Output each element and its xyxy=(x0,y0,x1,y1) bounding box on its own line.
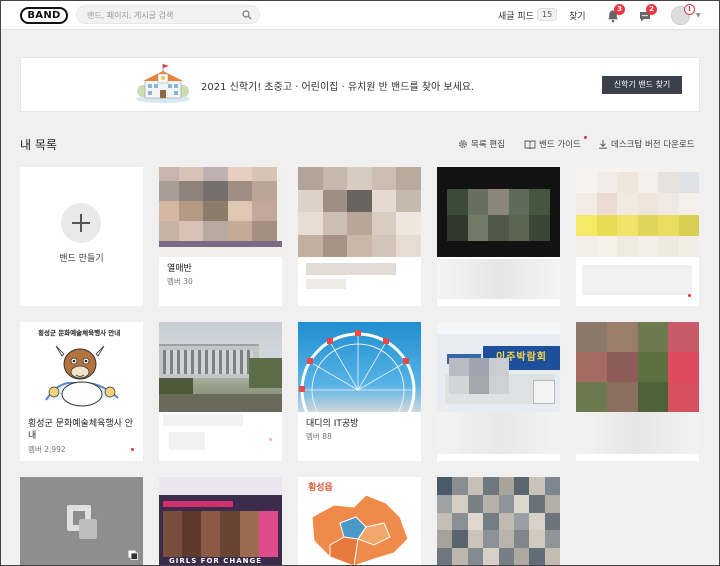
band-name: 열매반 xyxy=(167,264,192,274)
poster-title: 횡성군 문화예술체육행사 안내 xyxy=(38,329,121,337)
desktop-download-button[interactable]: 데스크탑 버전 다운로드 xyxy=(598,138,695,150)
download-icon xyxy=(599,140,607,149)
band-cover-image xyxy=(298,167,421,257)
band-card[interactable] xyxy=(20,477,143,566)
band-card[interactable] xyxy=(576,167,699,306)
band-card[interactable] xyxy=(298,167,421,306)
top-bar: BAND 새글 피드 15 찾기 3 2 ! ▼ xyxy=(0,0,720,30)
plus-icon xyxy=(61,203,101,243)
gear-icon xyxy=(459,140,467,148)
banner-text: 2021 신학기! 초중고 · 어린이집 · 유치원 반 밴드를 찾아 보세요. xyxy=(201,82,475,93)
create-band-card[interactable]: 밴드 만들기 xyxy=(20,167,143,306)
create-band-label: 밴드 만들기 xyxy=(59,254,104,264)
find-link[interactable]: 찾기 xyxy=(569,9,586,22)
band-card[interactable] xyxy=(576,322,699,461)
band-card[interactable] xyxy=(159,322,282,461)
search-box[interactable] xyxy=(76,5,260,24)
chat-badge: 2 xyxy=(646,4,657,15)
band-card[interactable] xyxy=(437,167,560,306)
desktop-download-label: 데스크탑 버전 다운로드 xyxy=(611,140,695,150)
band-guide-button[interactable]: 밴드 가이드 xyxy=(524,138,581,150)
chat-button[interactable]: 2 xyxy=(638,4,657,22)
gallery-icon xyxy=(128,550,138,560)
band-card[interactable] xyxy=(437,477,560,566)
band-cover-image xyxy=(159,322,282,412)
cow-mascot-illustration xyxy=(45,345,119,407)
band-cover-image xyxy=(159,167,282,257)
new-post-dot xyxy=(269,438,272,441)
chevron-down-icon[interactable]: ▼ xyxy=(696,12,701,19)
band-members: 멤버 30 xyxy=(167,277,193,286)
edit-list-button[interactable]: 목록 편집 xyxy=(458,138,505,150)
profile-alert-badge: ! xyxy=(684,4,695,15)
search-input[interactable] xyxy=(87,8,237,22)
band-card[interactable]: 횡성읍 xyxy=(298,477,421,566)
band-name: 횡성군 문화예술체육행사 안내 xyxy=(28,419,134,441)
band-card[interactable]: 열매반 멤버 30 xyxy=(159,167,282,306)
default-band-icon xyxy=(67,505,97,539)
my-list-title: 내 목록 xyxy=(20,138,57,152)
notification-button[interactable]: 3 xyxy=(606,4,625,23)
band-cover-image: 횡성군 문화예술체육행사 안내 xyxy=(20,322,143,412)
notification-badge: 3 xyxy=(614,4,625,15)
new-semester-banner: 2021 신학기! 초중고 · 어린이집 · 유치원 반 밴드를 찾아 보세요.… xyxy=(20,57,700,112)
book-icon xyxy=(524,140,536,149)
band-members: 멤버 2,992 xyxy=(28,445,66,454)
band-card[interactable]: 대디의 IT공방 멤버 88 xyxy=(298,322,421,461)
band-cover-image: 이주박람회 xyxy=(437,322,560,412)
band-cover-image xyxy=(298,322,421,448)
feed-count-badge: 15 xyxy=(537,8,558,21)
new-post-dot xyxy=(688,294,691,297)
band-cover-image xyxy=(576,322,699,412)
region-map xyxy=(311,494,409,566)
band-card[interactable]: 이주박람회 xyxy=(437,322,560,461)
find-semester-band-button[interactable]: 신학기 밴드 찾기 xyxy=(602,76,682,94)
band-members: 멤버 88 xyxy=(306,432,332,441)
edit-list-label: 목록 편집 xyxy=(471,140,505,150)
band-cover-image xyxy=(576,167,699,257)
search-icon[interactable] xyxy=(242,10,252,20)
band-card[interactable]: 횡성군 문화예술체육행사 안내 횡성군 문화예술체육행사 안내 멤버 2,992 xyxy=(20,322,143,461)
band-name: 대디의 IT공방 xyxy=(306,419,359,429)
new-indicator-dot xyxy=(584,136,587,139)
ferris-wheel-photo xyxy=(299,330,416,448)
band-guide-label: 밴드 가이드 xyxy=(539,140,581,150)
band-card[interactable]: GIRLS FOR CHANGE xyxy=(159,477,282,566)
new-post-dot xyxy=(131,448,134,451)
band-logo[interactable]: BAND xyxy=(20,7,68,24)
girls-for-change-text: GIRLS FOR CHANGE xyxy=(169,557,263,565)
new-feed-link[interactable]: 새글 피드 xyxy=(498,9,534,22)
school-building-icon xyxy=(136,64,190,103)
band-cover-image xyxy=(437,167,560,257)
